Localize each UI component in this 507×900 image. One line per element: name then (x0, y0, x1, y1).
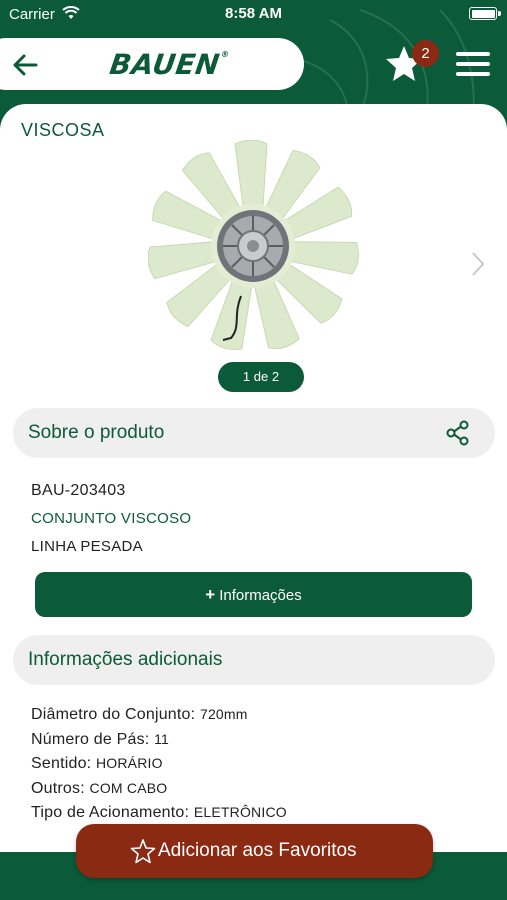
spec-value: HORÁRIO (95, 755, 163, 771)
about-section-header: Sobre o produto (13, 408, 495, 458)
add-favorites-button[interactable]: Adicionar aos Favoritos (76, 824, 433, 878)
spec-label: Outros: (31, 779, 85, 797)
battery-icon (469, 7, 501, 20)
star-outline-icon (130, 839, 156, 864)
share-icon[interactable] (445, 420, 471, 446)
plus-icon: + (205, 585, 216, 604)
add-favorites-label: Adicionar aos Favoritos (158, 840, 357, 861)
additional-info-header: Informações adicionais (13, 635, 495, 685)
spec-row: Outros: COM CABO (31, 780, 491, 805)
chevron-right-icon[interactable] (468, 250, 488, 278)
spec-label: Número de Pás: (31, 730, 150, 748)
additional-info-title: Informações adicionais (28, 649, 223, 670)
spec-value: 720mm (199, 706, 248, 722)
about-section-title: Sobre o produto (28, 422, 165, 443)
brand-logo: BAUEN® (108, 48, 231, 81)
spec-value: ELETRÔNICO (193, 804, 287, 820)
favorites-count-badge: 2 (412, 40, 439, 67)
product-line: LINHA PESADA (31, 538, 143, 555)
hamburger-menu-icon[interactable] (456, 50, 490, 78)
spec-label: Tipo de Acionamento: (31, 804, 190, 821)
spec-row: Número de Pás: 11 (31, 731, 491, 756)
spec-list: Diâmetro do Conjunto: 720mm Número de Pá… (31, 706, 491, 829)
more-info-label: Informações (219, 587, 302, 604)
spec-row: Diâmetro do Conjunto: 720mm (31, 706, 491, 731)
more-info-button[interactable]: + Informações (35, 572, 472, 617)
category-title: VISCOSA (21, 120, 105, 140)
brand-name: BAUEN (107, 48, 222, 81)
status-bar: Carrier 8:58 AM (0, 0, 507, 28)
product-name: CONJUNTO VISCOSO (31, 510, 192, 527)
spec-label: Sentido: (31, 755, 92, 772)
product-image[interactable] (148, 140, 360, 356)
back-arrow-icon[interactable] (10, 50, 42, 80)
spec-row: Sentido: HORÁRIO (31, 755, 491, 780)
spec-value: 11 (154, 730, 170, 747)
spec-label: Diâmetro do Conjunto: (31, 706, 196, 723)
brand-registered-mark: ® (220, 50, 231, 59)
clock: 8:58 AM (225, 5, 282, 22)
spec-value: COM CABO (89, 779, 168, 796)
image-pager: 1 de 2 (218, 362, 304, 392)
product-code: BAU-203403 (31, 482, 126, 499)
